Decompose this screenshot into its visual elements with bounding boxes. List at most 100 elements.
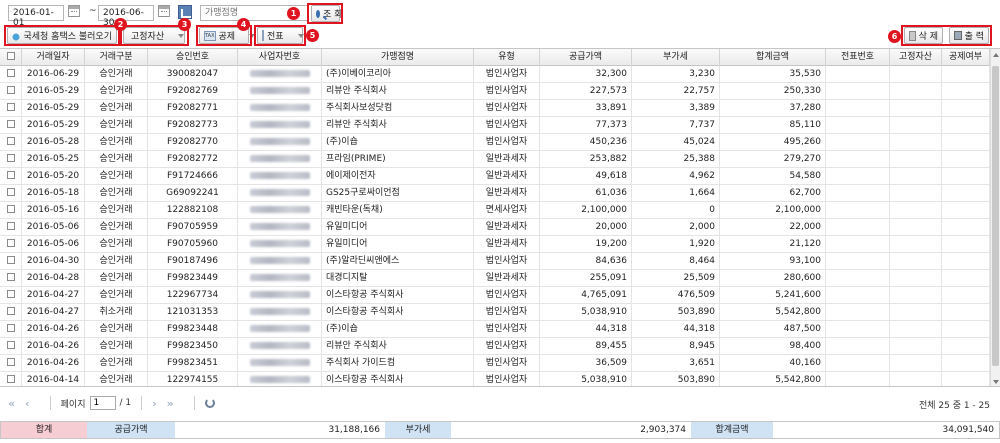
calendar-icon[interactable] (158, 5, 170, 17)
row-checkbox[interactable] (6, 358, 15, 366)
table-row[interactable]: 2016-04-26 승인거래 F99823450 리뷰안 주식회사 법인사업자 89,4… (0, 338, 990, 355)
row-checkbox[interactable] (6, 154, 15, 162)
col-header[interactable]: 합계금액 (720, 49, 826, 66)
col-header[interactable]: 부가세 (632, 49, 720, 66)
table-row[interactable]: 2016-05-29 승인거래 F92082773 리뷰안 주식회사 법인사업자 77,3… (0, 117, 990, 134)
col-header[interactable]: 고정자산 (890, 49, 942, 66)
col-header[interactable]: 전표번호 (826, 49, 890, 66)
col-header[interactable]: 유형 (474, 49, 540, 66)
redacted-value (249, 121, 310, 128)
business-number-cell (238, 270, 322, 287)
business-number-cell (238, 355, 322, 372)
table-row[interactable]: 2016-04-14 승인거래 122974155 이스타항공 주식회사 법인사업자 5,… (0, 372, 990, 386)
row-checkbox[interactable] (6, 188, 15, 196)
table-cell-empty (826, 236, 890, 253)
row-select-cell[interactable] (0, 168, 22, 185)
row-checkbox[interactable] (6, 290, 15, 298)
table-row[interactable]: 2016-04-30 승인거래 F90187496 (주)알라딘씨앤에스 법인사업자 84… (0, 253, 990, 270)
row-select-cell[interactable] (0, 355, 22, 372)
select-all-header[interactable] (0, 49, 22, 66)
col-header[interactable]: 사업자번호 (238, 49, 322, 66)
table-cell: 2016-04-30 (22, 253, 85, 270)
table-row[interactable]: 2016-05-16 승인거래 122882108 캐빈타운(독채) 면세사업자 2,10… (0, 202, 990, 219)
table-row[interactable]: 2016-04-28 승인거래 F99823449 대경디지탈 일반과세자 255,091… (0, 270, 990, 287)
scroll-down-icon[interactable] (993, 380, 999, 384)
prev-page-icon[interactable]: ‹ (25, 397, 30, 410)
row-checkbox[interactable] (6, 324, 15, 332)
row-select-cell[interactable] (0, 321, 22, 338)
table-row[interactable]: 2016-04-27 취소거래 121031353 이스타항공 주식회사 법인사업자 5,… (0, 304, 990, 321)
row-checkbox[interactable] (6, 239, 15, 247)
col-header[interactable]: 공제여부 (942, 49, 990, 66)
row-checkbox[interactable] (6, 205, 15, 213)
table-row[interactable]: 2016-04-26 승인거래 F99823451 주식회사 가이드컴 법인사업자 36,… (0, 355, 990, 372)
table-row[interactable]: 2016-05-28 승인거래 F92082770 (주)이숍 법인사업자 450,236… (0, 134, 990, 151)
row-select-cell[interactable] (0, 287, 22, 304)
table-cell-empty (890, 338, 942, 355)
page-number-input[interactable] (89, 396, 116, 410)
table-cell: 2016-04-26 (22, 338, 85, 355)
row-checkbox[interactable] (6, 69, 15, 77)
table-row[interactable]: 2016-05-29 승인거래 F92082771 주식회사보성닷컴 법인사업자 33,8… (0, 100, 990, 117)
table-row[interactable]: 2016-05-25 승인거래 F92082772 프라임(PRIME) 일반과세자 25… (0, 151, 990, 168)
row-select-cell[interactable] (0, 304, 22, 321)
start-date-input[interactable]: 2016-01-01 (8, 5, 64, 28)
scroll-up-icon[interactable] (993, 53, 999, 57)
table-row[interactable]: 2016-05-29 승인거래 F92082769 리뷰안 주식회사 법인사업자 227,… (0, 83, 990, 100)
row-select-cell[interactable] (0, 83, 22, 100)
row-checkbox[interactable] (6, 120, 15, 128)
row-checkbox[interactable] (6, 137, 15, 145)
col-header[interactable]: 거래일자 (22, 49, 85, 66)
col-header[interactable]: 공급가액 (540, 49, 632, 66)
row-select-cell[interactable] (0, 66, 22, 83)
col-header[interactable]: 거래구분 (85, 49, 148, 66)
row-select-cell[interactable] (0, 219, 22, 236)
table-row[interactable]: 2016-06-29 승인거래 390082047 (주)이베이코리아 법인사업자 32,… (0, 66, 990, 83)
first-page-icon[interactable]: « (8, 397, 15, 410)
business-number-cell (238, 219, 322, 236)
row-select-cell[interactable] (0, 151, 22, 168)
table-row[interactable]: 2016-05-06 승인거래 F90705959 유일미디어 일반과세자 20,000 2… (0, 219, 990, 236)
end-date-input[interactable]: 2016-06-30 (98, 5, 154, 28)
row-checkbox[interactable] (6, 273, 15, 281)
table-cell: 캐빈타운(독채) (322, 202, 474, 219)
row-select-cell[interactable] (0, 338, 22, 355)
col-header[interactable]: 승인번호 (148, 49, 238, 66)
row-select-cell[interactable] (0, 202, 22, 219)
next-page-icon[interactable]: › (152, 397, 157, 410)
row-checkbox[interactable] (6, 307, 15, 315)
row-select-cell[interactable] (0, 117, 22, 134)
business-number-cell (238, 321, 322, 338)
col-header[interactable]: 가맹점명 (322, 49, 474, 66)
table-row[interactable]: 2016-04-27 승인거래 122967734 이스타항공 주식회사 법인사업자 4,… (0, 287, 990, 304)
chart-icon[interactable] (178, 5, 192, 19)
table-cell: 1,920 (632, 236, 720, 253)
row-checkbox[interactable] (6, 341, 15, 349)
table-row[interactable]: 2016-05-06 승인거래 F90705960 유일미디어 일반과세자 19,200 1… (0, 236, 990, 253)
row-checkbox[interactable] (6, 171, 15, 179)
table-cell: 대경디지탈 (322, 270, 474, 287)
select-all-checkbox[interactable] (6, 52, 15, 60)
redacted-value (249, 172, 310, 179)
row-checkbox[interactable] (6, 222, 15, 230)
row-select-cell[interactable] (0, 185, 22, 202)
table-row[interactable]: 2016-05-20 승인거래 F91724666 에이제이전자 일반과세자 49,618… (0, 168, 990, 185)
vertical-scrollbar[interactable] (990, 49, 1000, 386)
row-checkbox[interactable] (6, 86, 15, 94)
row-select-cell[interactable] (0, 372, 22, 386)
row-select-cell[interactable] (0, 270, 22, 287)
row-checkbox[interactable] (6, 103, 15, 111)
table-row[interactable]: 2016-04-26 승인거래 F99823448 (주)이숍 법인사업자 44,318 4… (0, 321, 990, 338)
row-select-cell[interactable] (0, 253, 22, 270)
row-select-cell[interactable] (0, 100, 22, 117)
row-select-cell[interactable] (0, 236, 22, 253)
row-checkbox[interactable] (6, 256, 15, 264)
table-cell: F92082772 (148, 151, 238, 168)
scroll-thumb[interactable] (992, 66, 999, 366)
calendar-icon[interactable] (68, 5, 80, 17)
last-page-icon[interactable]: » (167, 397, 174, 410)
refresh-icon[interactable] (204, 398, 215, 408)
row-select-cell[interactable] (0, 134, 22, 151)
row-checkbox[interactable] (6, 375, 15, 383)
table-row[interactable]: 2016-05-18 승인거래 G69092241 GS25구로싸이언점 일반과세자 61… (0, 185, 990, 202)
